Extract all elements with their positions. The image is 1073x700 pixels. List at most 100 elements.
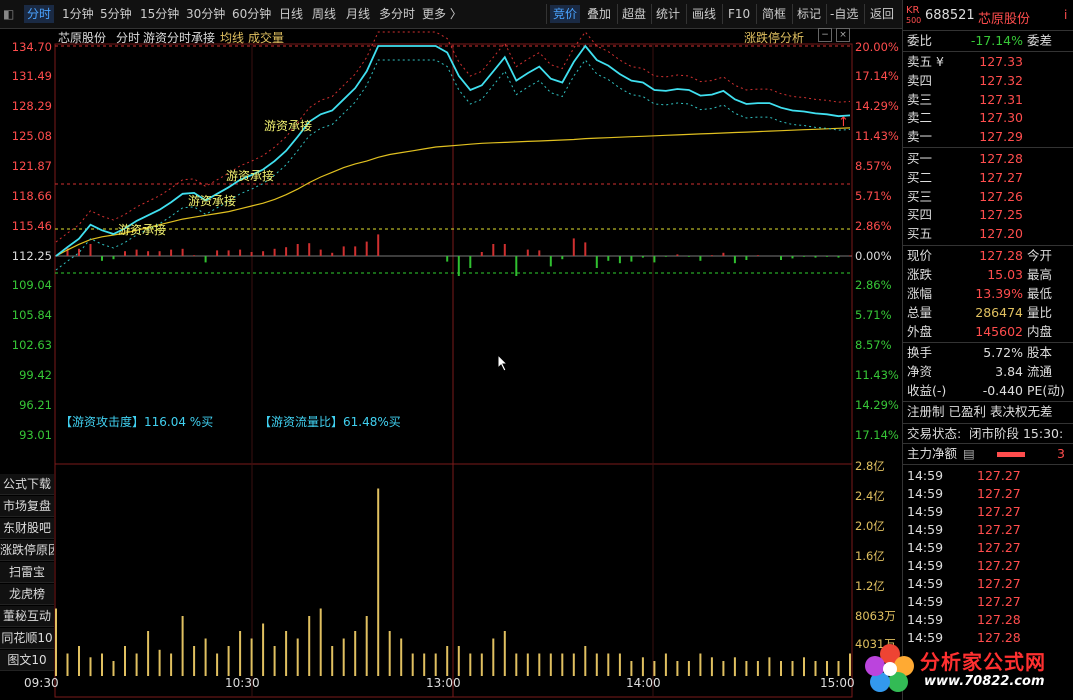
ask-row[interactable]: 卖五 ¥127.33 <box>905 53 1071 71</box>
flow-bar <box>515 256 518 276</box>
ask-row[interactable]: 卖二 127.30 <box>905 109 1071 127</box>
volume-tick: 1.2亿 <box>855 579 885 593</box>
flow-bar <box>745 256 748 260</box>
price-tick: 115.46 <box>11 219 52 233</box>
flow-bar <box>285 247 288 256</box>
flow-bar <box>377 234 380 256</box>
volume-bar <box>147 631 150 676</box>
volume-bar <box>561 653 564 676</box>
volume-tick: 2.0亿 <box>855 519 885 533</box>
panel-toggle-icon[interactable]: ◧ <box>3 5 14 23</box>
stock-code: 688521 <box>925 8 975 23</box>
bid-row[interactable]: 买四 127.25 <box>905 206 1071 224</box>
volume-bar <box>780 661 782 676</box>
tab-60min[interactable]: 60分钟 <box>232 5 271 23</box>
flow-bar <box>780 256 782 260</box>
tab-1min[interactable]: 1分钟 <box>62 5 94 23</box>
tick-row: 14:59 127.27 <box>907 522 1021 537</box>
volume-bar <box>469 653 472 676</box>
flow-bar <box>296 244 299 256</box>
ths10-button[interactable]: 同花顺10 <box>0 628 54 649</box>
price-tick: 128.29 <box>11 99 52 113</box>
tick-row: 14:59 127.27 <box>907 468 1021 483</box>
ask-row[interactable]: 卖三 127.31 <box>905 91 1071 109</box>
pct-tick: 14.29% <box>855 99 899 113</box>
overlay-button[interactable]: 叠加 <box>587 5 611 23</box>
volume-bar <box>676 661 679 676</box>
stats-button[interactable]: 统计 <box>656 5 680 23</box>
saoleibao-button[interactable]: 扫雷宝 <box>0 562 54 583</box>
guba-button[interactable]: 东财股吧 <box>0 518 54 539</box>
pct-tick: 14.29% <box>855 398 899 412</box>
volume-bar <box>262 623 265 676</box>
formula-download-button[interactable]: 公式下载 <box>0 474 54 495</box>
tab-more[interactable]: 更多 〉 <box>422 5 462 23</box>
flow-bar <box>561 256 564 260</box>
tab-30min[interactable]: 30分钟 <box>186 5 225 23</box>
watchlist-button[interactable]: -自选 <box>830 5 858 23</box>
tab-fenshi[interactable]: 分时 <box>24 5 55 23</box>
tab-monthly[interactable]: 月线 <box>346 5 370 23</box>
pct-tick: 11.43% <box>855 129 899 143</box>
volume-bar <box>814 661 817 676</box>
ask-row[interactable]: 卖一 127.29 <box>905 128 1071 146</box>
volume-bar <box>630 661 633 676</box>
draw-line-button[interactable]: 画线 <box>692 5 716 23</box>
flow-bar <box>722 252 725 256</box>
fundamental-row: 收益(-) -0.440 PE(动) <box>907 383 1065 398</box>
chaopan-button[interactable]: 超盘 <box>622 5 646 23</box>
ask-row[interactable]: 卖四 127.32 <box>905 72 1071 90</box>
chart-area[interactable]: 芯原股份 分时 游资分时承接 均线 成交量 涨跌停分析 − × ↑ 134.70… <box>0 28 902 700</box>
flow-bar <box>262 251 265 256</box>
volume-tick: 8063万 <box>855 609 896 623</box>
flow-ratio-label: 【游资流量比】61.48%买 <box>259 415 401 429</box>
tuwen10-button[interactable]: 图文10 <box>0 650 54 671</box>
simple-frame-button[interactable]: 简框 <box>762 5 786 23</box>
volume-bar <box>641 657 644 677</box>
market-review-button[interactable]: 市场复盘 <box>0 496 54 517</box>
volume-bar <box>273 646 276 676</box>
volume-bar <box>354 631 357 676</box>
longhubang-button[interactable]: 龙虎榜 <box>0 584 54 605</box>
flow-bar <box>607 256 610 261</box>
f10-button[interactable]: F10 <box>728 5 750 23</box>
flow-bar <box>308 243 311 256</box>
volume-bar <box>607 653 610 676</box>
quote-panel: KR 500 688521 芯原股份 i 委比 -17.14% 委差 卖五 ¥1… <box>902 0 1073 700</box>
jingjia-button[interactable]: 竞价 <box>550 5 581 23</box>
tab-multi-fenshi[interactable]: 多分时 <box>379 5 415 23</box>
time-tick: 15:00 <box>820 676 855 690</box>
tick-row: 14:59 127.27 <box>907 594 1021 609</box>
tab-15min[interactable]: 15分钟 <box>140 5 179 23</box>
volume-bar <box>446 646 449 676</box>
limit-reason-button[interactable]: 涨跌停原因 <box>0 540 54 561</box>
bid-row[interactable]: 买五 127.20 <box>905 225 1071 243</box>
mark-button[interactable]: 标记 <box>797 5 821 23</box>
dongmi-button[interactable]: 董秘互动 <box>0 606 54 627</box>
volume-bar <box>124 646 126 676</box>
volume-bar <box>457 646 460 676</box>
weibi-row: 委比 -17.14% 委差 <box>907 33 1053 48</box>
tab-5min[interactable]: 5分钟 <box>100 5 132 23</box>
main-net-row[interactable]: 主力净额 ▤ 3 <box>905 445 1071 463</box>
volume-bar <box>377 488 380 676</box>
volume-bar <box>89 657 92 677</box>
bid-row[interactable]: 买二 127.27 <box>905 169 1071 187</box>
volume-bar <box>170 653 173 676</box>
chengjie-label: 游资承接 <box>118 223 167 237</box>
volume-bar <box>112 661 115 676</box>
quote-row: 现价 127.28 今开 <box>907 248 1053 263</box>
pct-tick: 20.00% <box>855 40 899 54</box>
bid-row[interactable]: 买三 127.26 <box>905 188 1071 206</box>
tab-daily[interactable]: 日线 <box>279 5 303 23</box>
volume-tick: 1.6亿 <box>855 549 885 563</box>
price-tick: 96.21 <box>19 398 52 412</box>
tab-weekly[interactable]: 周线 <box>312 5 336 23</box>
flow-bar <box>826 256 828 257</box>
back-button[interactable]: 返回 <box>870 5 894 23</box>
time-tick: 13:00 <box>426 676 461 690</box>
bid-row[interactable]: 买一 127.28 <box>905 150 1071 168</box>
tick-row: 14:59 127.27 <box>907 576 1021 591</box>
volume-bar <box>227 646 230 676</box>
info-icon[interactable]: i <box>1064 8 1067 22</box>
